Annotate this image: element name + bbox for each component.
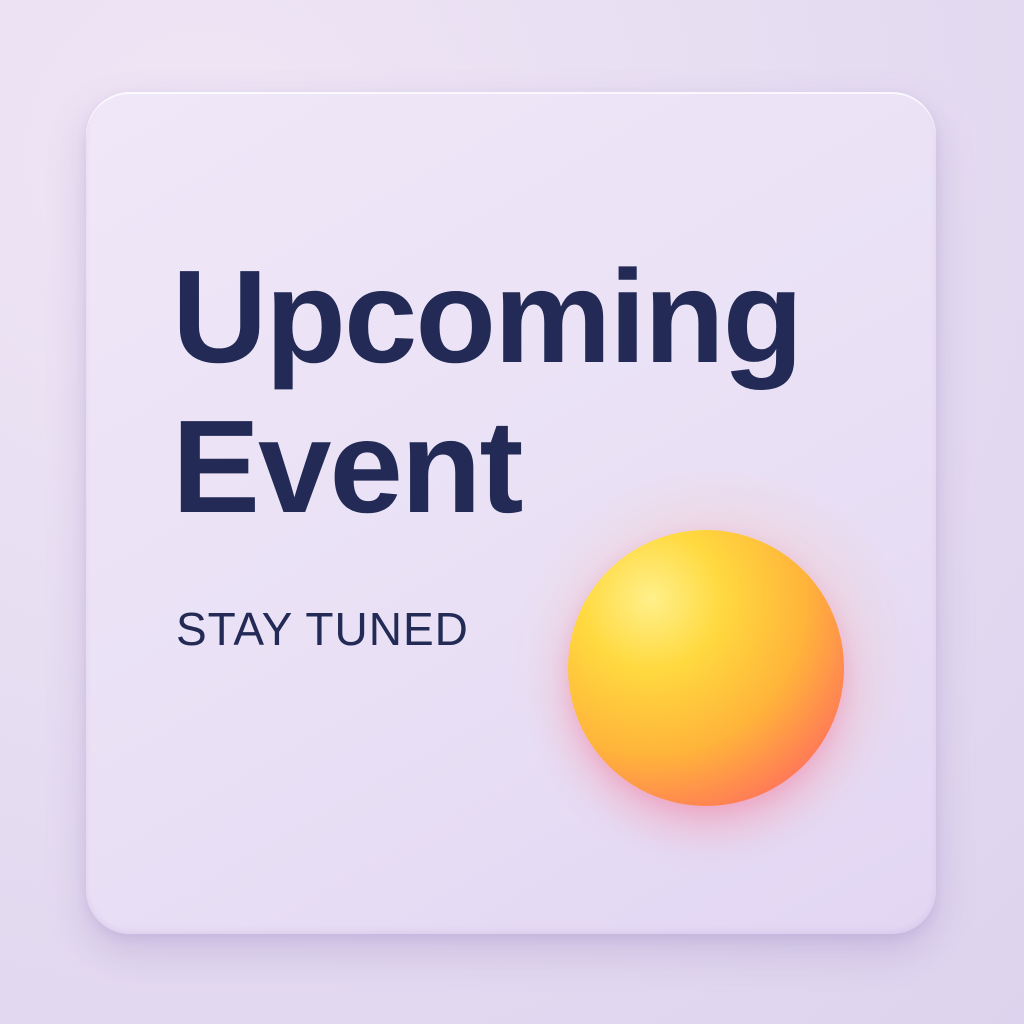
gradient-orb-icon [568,530,844,806]
event-card: Upcoming Event STAY TUNED [86,92,936,934]
event-subtitle: STAY TUNED [176,603,469,655]
